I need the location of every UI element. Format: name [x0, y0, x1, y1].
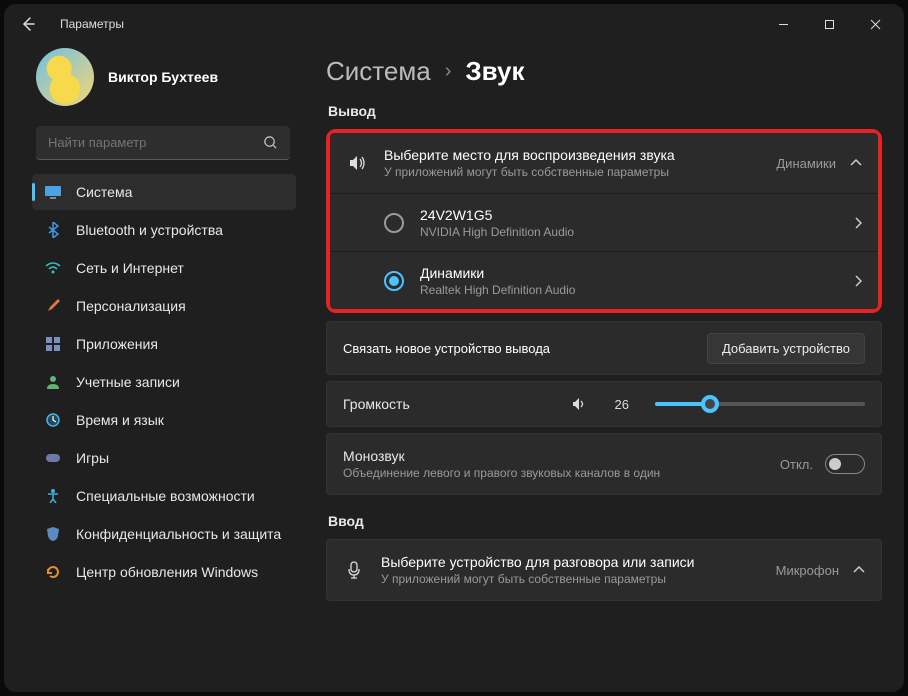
choose-input-row[interactable]: Выберите устройство для разговора или за…	[327, 540, 881, 600]
sidebar: Виктор Бухтеев Система Bluetooth и устро…	[4, 44, 304, 692]
search-input[interactable]	[48, 135, 263, 150]
clock-icon	[44, 411, 62, 429]
display-icon	[44, 183, 62, 201]
brush-icon	[44, 297, 62, 315]
sidebar-item-bluetooth[interactable]: Bluetooth и устройства	[32, 212, 296, 248]
add-device-button[interactable]: Добавить устройство	[707, 333, 865, 364]
input-section-title: Ввод	[328, 513, 882, 529]
sidebar-item-label: Система	[76, 184, 132, 200]
window-title: Параметры	[60, 17, 124, 31]
sidebar-item-accounts[interactable]: Учетные записи	[32, 364, 296, 400]
output-device-0[interactable]: 24V2W1G5 NVIDIA High Definition Audio	[330, 193, 878, 251]
sidebar-item-gaming[interactable]: Игры	[32, 440, 296, 476]
mono-toggle[interactable]	[825, 454, 865, 474]
microphone-icon	[343, 561, 365, 579]
sidebar-item-label: Персонализация	[76, 298, 186, 314]
main-content: Система › Звук Вывод Выберите место для …	[304, 44, 904, 692]
volume-icon[interactable]	[571, 396, 587, 412]
volume-slider[interactable]	[655, 402, 865, 406]
sidebar-item-label: Конфиденциальность и защита	[76, 526, 281, 542]
link-new-output-label: Связать новое устройство вывода	[343, 341, 691, 356]
person-icon	[44, 373, 62, 391]
volume-row: Громкость 26	[326, 381, 882, 427]
sidebar-item-time[interactable]: Время и язык	[32, 402, 296, 438]
choose-output-title: Выберите место для воспроизведения звука	[384, 147, 760, 163]
minimize-button[interactable]	[760, 8, 806, 40]
radio-selected[interactable]	[384, 271, 404, 291]
profile[interactable]: Виктор Бухтеев	[36, 48, 296, 106]
sidebar-item-label: Игры	[76, 450, 109, 466]
sidebar-item-privacy[interactable]: Конфиденциальность и защита	[32, 516, 296, 552]
sidebar-item-apps[interactable]: Приложения	[32, 326, 296, 362]
profile-name: Виктор Бухтеев	[108, 69, 218, 85]
choose-input-sub: У приложений могут быть собственные пара…	[381, 572, 760, 586]
accessibility-icon	[44, 487, 62, 505]
chevron-right-icon: ›	[445, 60, 452, 83]
output-section-title: Вывод	[328, 103, 882, 119]
settings-window: Параметры Виктор Бухтеев Система Bluetoo…	[4, 4, 904, 692]
sidebar-item-system[interactable]: Система	[32, 174, 296, 210]
chevron-up-icon[interactable]	[850, 159, 862, 167]
mono-sub: Объединение левого и правого звуковых ка…	[343, 466, 703, 480]
current-input-label: Микрофон	[776, 563, 839, 578]
mono-state: Откл.	[780, 457, 813, 472]
sidebar-item-label: Время и язык	[76, 412, 164, 428]
gamepad-icon	[44, 449, 62, 467]
page-title: Звук	[465, 56, 524, 87]
avatar	[36, 48, 94, 106]
back-button[interactable]	[16, 16, 40, 32]
device-sub: NVIDIA High Definition Audio	[420, 225, 838, 239]
volume-value: 26	[603, 397, 629, 412]
device-name: 24V2W1G5	[420, 207, 838, 223]
close-button[interactable]	[852, 8, 898, 40]
apps-icon	[44, 335, 62, 353]
link-new-output-row: Связать новое устройство вывода Добавить…	[327, 322, 881, 374]
sidebar-item-label: Учетные записи	[76, 374, 180, 390]
current-output-label: Динамики	[776, 156, 836, 171]
speaker-icon	[346, 154, 368, 172]
search-box[interactable]	[36, 126, 290, 160]
device-sub: Realtek High Definition Audio	[420, 283, 838, 297]
shield-icon	[44, 525, 62, 543]
window-controls	[760, 4, 898, 44]
volume-label: Громкость	[343, 396, 463, 412]
maximize-button[interactable]	[806, 8, 852, 40]
sidebar-item-label: Сеть и Интернет	[76, 260, 184, 276]
mono-title: Монозвук	[343, 448, 764, 464]
slider-thumb[interactable]	[701, 395, 719, 413]
chevron-up-icon[interactable]	[853, 566, 865, 574]
chevron-right-icon[interactable]	[854, 217, 862, 229]
highlighted-output-block: Выберите место для воспроизведения звука…	[326, 129, 882, 313]
update-icon	[44, 563, 62, 581]
sidebar-item-update[interactable]: Центр обновления Windows	[32, 554, 296, 590]
output-device-1[interactable]: Динамики Realtek High Definition Audio	[330, 251, 878, 309]
radio-unselected[interactable]	[384, 213, 404, 233]
sidebar-item-label: Центр обновления Windows	[76, 564, 258, 580]
chevron-right-icon[interactable]	[854, 275, 862, 287]
nav: Система Bluetooth и устройства Сеть и Ин…	[32, 174, 296, 590]
breadcrumb: Система › Звук	[326, 56, 882, 87]
mono-row: Монозвук Объединение левого и правого зв…	[326, 433, 882, 495]
sidebar-item-label: Приложения	[76, 336, 158, 352]
sidebar-item-network[interactable]: Сеть и Интернет	[32, 250, 296, 286]
device-name: Динамики	[420, 265, 838, 281]
search-icon	[263, 135, 278, 150]
choose-output-sub: У приложений могут быть собственные пара…	[384, 165, 760, 179]
choose-input-title: Выберите устройство для разговора или за…	[381, 554, 760, 570]
breadcrumb-root[interactable]: Система	[326, 56, 431, 87]
choose-output-row[interactable]: Выберите место для воспроизведения звука…	[330, 133, 878, 193]
wifi-icon	[44, 259, 62, 277]
sidebar-item-accessibility[interactable]: Специальные возможности	[32, 478, 296, 514]
bluetooth-icon	[44, 221, 62, 239]
sidebar-item-personalization[interactable]: Персонализация	[32, 288, 296, 324]
sidebar-item-label: Bluetooth и устройства	[76, 222, 223, 238]
sidebar-item-label: Специальные возможности	[76, 488, 255, 504]
